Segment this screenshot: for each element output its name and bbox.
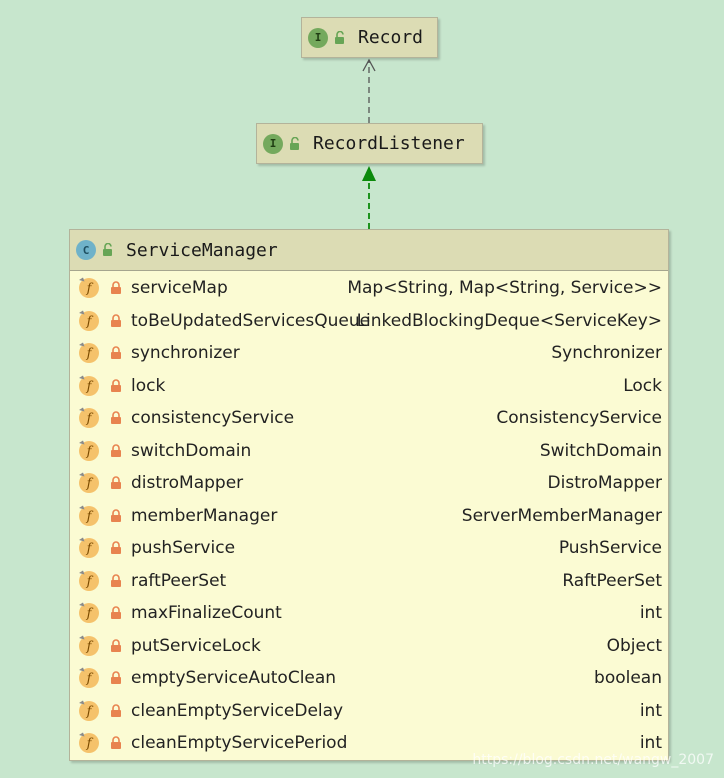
field-icon: f [79, 732, 99, 753]
field-name: distroMapper [131, 473, 244, 494]
record-interface-node[interactable]: I Record [301, 17, 438, 58]
unlock-icon [103, 243, 112, 256]
lock-icon [111, 541, 121, 554]
field-type: SwitchDomain [539, 440, 662, 461]
lock-icon [111, 411, 121, 424]
implements-arrow-head [362, 166, 376, 181]
field-icon: f [79, 667, 99, 688]
lock-icon [111, 606, 121, 619]
lock-icon [111, 671, 121, 684]
field-type: RaftPeerSet [562, 570, 662, 591]
field-name: lock [131, 375, 166, 396]
class-badge-icon: C [76, 240, 96, 260]
interface-badge-icon: I [263, 133, 283, 154]
unlock-icon [335, 30, 344, 44]
interface-badge-icon: I [308, 27, 328, 48]
field-row[interactable]: f consistencyService ConsistencyService [70, 402, 668, 435]
field-icon: f [79, 602, 99, 623]
field-type: boolean [594, 668, 662, 689]
lock-icon [111, 573, 121, 587]
lock-icon [111, 313, 121, 327]
field-row[interactable]: f maxFinalizeCount int [70, 597, 668, 630]
field-row[interactable]: f lock Lock [70, 370, 668, 403]
lock-icon [111, 638, 121, 652]
field-type: DistroMapper [547, 473, 662, 494]
field-name: putServiceLock [131, 635, 261, 656]
field-icon: f [79, 440, 99, 461]
field-icon: f [79, 342, 99, 363]
field-type: LinkedBlockingDeque<ServiceKey> [356, 310, 662, 331]
field-type: Synchronizer [551, 343, 662, 364]
record-header: I Record [302, 18, 437, 57]
field-row[interactable]: f serviceMap Map<String, Map<String, Servi… [70, 272, 668, 305]
field-name: cleanEmptyServiceDelay [131, 700, 344, 721]
lock-icon [111, 736, 121, 749]
field-name: toBeUpdatedServicesQueue [131, 310, 371, 331]
service-manager-header: C ServiceManager [70, 230, 668, 271]
field-name: pushService [131, 538, 236, 559]
field-type: Lock [623, 375, 662, 396]
field-row[interactable]: f distroMapper DistroMapper [70, 467, 668, 500]
field-name: synchronizer [131, 343, 240, 364]
field-name: memberManager [131, 505, 278, 526]
field-row[interactable]: f memberManager ServerMemberManager [70, 500, 668, 533]
field-icon: f [79, 375, 99, 396]
field-type: int [639, 733, 662, 754]
field-type: ConsistencyService [496, 408, 662, 429]
field-name: raftPeerSet [131, 570, 227, 591]
unlock-icon [290, 136, 299, 150]
field-name: serviceMap [131, 278, 228, 299]
record-listener-title: RecordListener [313, 133, 465, 154]
field-row[interactable]: f toBeUpdatedServicesQueue LinkedBlockingD… [70, 305, 668, 338]
field-list: f serviceMap Map<String, Map<String, Servi… [70, 271, 668, 760]
field-icon: f [79, 635, 99, 656]
field-type: PushService [558, 538, 662, 559]
lock-icon [111, 443, 121, 457]
field-row[interactable]: f pushService PushService [70, 532, 668, 565]
field-type: Object [606, 635, 662, 656]
field-icon: f [79, 505, 99, 526]
field-icon: f [79, 700, 99, 721]
field-row[interactable]: f raftPeerSet RaftPeerSet [70, 565, 668, 598]
lock-icon [111, 378, 121, 392]
field-row[interactable]: f emptyServiceAutoClean boolean [70, 662, 668, 695]
field-type: Map<String, Map<String, Service>> [347, 278, 662, 299]
field-name: cleanEmptyServicePeriod [131, 733, 348, 754]
service-manager-class-node[interactable]: C ServiceManager f serviceMap Map<String, … [69, 229, 669, 761]
field-name: consistencyService [131, 408, 295, 429]
field-type: ServerMemberManager [461, 505, 662, 526]
service-manager-title: ServiceManager [126, 239, 278, 261]
field-icon: f [79, 277, 99, 298]
field-type: int [639, 700, 662, 721]
field-row[interactable]: f switchDomain SwitchDomain [70, 435, 668, 468]
field-icon: f [79, 537, 99, 558]
lock-icon [111, 281, 121, 294]
field-icon: f [79, 407, 99, 428]
field-type: int [639, 603, 662, 624]
lock-icon [111, 508, 121, 522]
record-title: Record [358, 27, 424, 48]
field-name: switchDomain [131, 440, 252, 461]
field-name: maxFinalizeCount [131, 603, 282, 624]
field-row[interactable]: f cleanEmptyServiceDelay int [70, 695, 668, 728]
field-icon: f [79, 570, 99, 591]
field-row[interactable]: f putServiceLock Object [70, 630, 668, 663]
record-listener-interface-node[interactable]: I RecordListener [256, 123, 483, 164]
lock-icon [111, 703, 121, 717]
field-row[interactable]: f synchronizer Synchronizer [70, 337, 668, 370]
field-icon: f [79, 310, 99, 331]
field-icon: f [79, 472, 99, 493]
lock-icon [111, 346, 121, 359]
record-listener-header: I RecordListener [257, 124, 482, 163]
watermark: https://blog.csdn.net/wangw_2007 [472, 752, 714, 768]
lock-icon [111, 476, 121, 489]
field-name: emptyServiceAutoClean [131, 668, 337, 689]
